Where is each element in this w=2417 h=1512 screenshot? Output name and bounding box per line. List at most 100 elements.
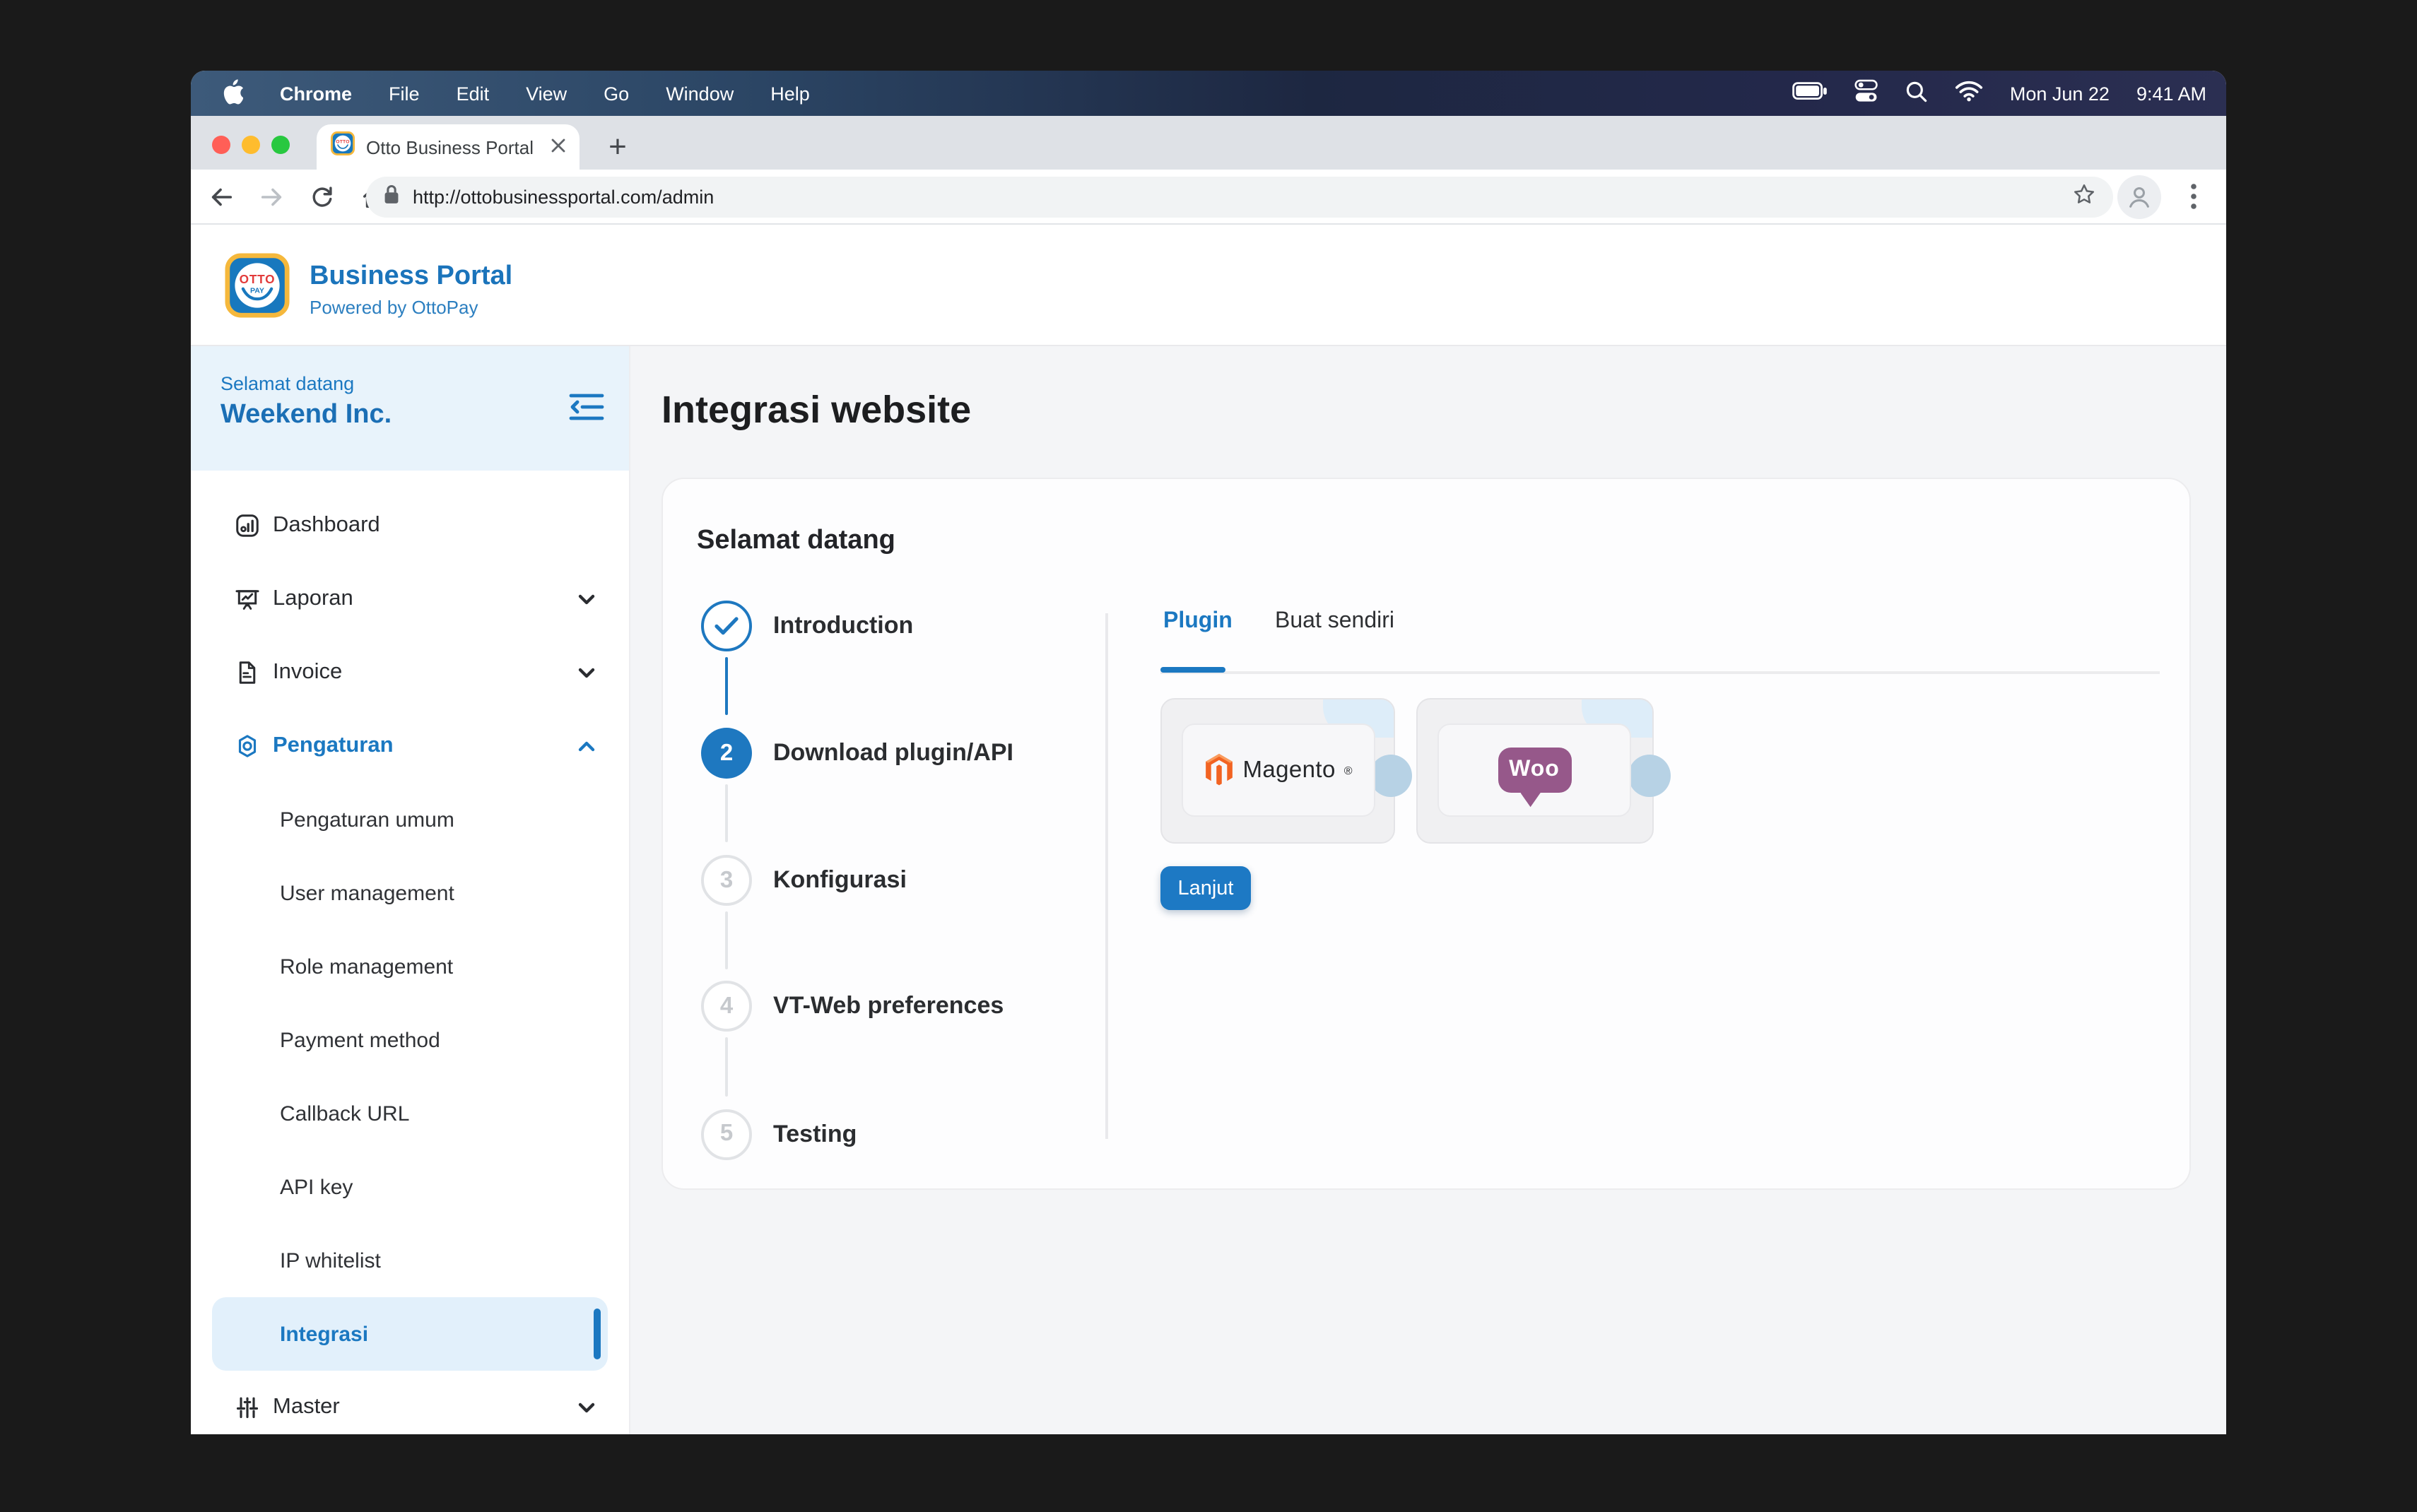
step-5-label[interactable]: Testing (773, 1120, 857, 1148)
sidebar-subitem-label: User management (280, 881, 454, 905)
menubar-item-window[interactable]: Window (666, 83, 734, 104)
menubar-date[interactable]: Mon Jun 22 (2010, 83, 2110, 104)
browser-tab[interactable]: OTTO Otto Business Portal (317, 124, 580, 170)
macos-menubar: Chrome File Edit View Go Window Help (191, 71, 2226, 116)
tabs-baseline (1160, 671, 2160, 673)
ottopay-logo: OTTOPAY (225, 253, 290, 325)
apple-menu-icon[interactable] (222, 78, 243, 108)
sidebar-subitem-ip-whitelist[interactable]: IP whitelist (212, 1224, 608, 1297)
sidebar-menu: Dashboard Laporan Invoice (191, 471, 629, 1434)
svg-text:OTTO: OTTO (336, 139, 349, 144)
sidebar-subitem-user-management[interactable]: User management (212, 856, 608, 930)
step-1-label[interactable]: Introduction (773, 611, 913, 639)
panel-divider (1105, 613, 1107, 1139)
sidebar-subitem-label: Integrasi (280, 1322, 368, 1346)
menubar-item-go[interactable]: Go (604, 83, 629, 104)
sidebar-item-invoice[interactable]: Invoice (212, 636, 608, 709)
svg-text:OTTO: OTTO (240, 272, 276, 286)
sidebar-item-laporan[interactable]: Laporan (212, 562, 608, 636)
address-bar[interactable]: http://ottobusinessportal.com/admin (366, 177, 2113, 218)
plugin-card-magento[interactable]: Magento® (1160, 698, 1395, 844)
sidebar-subitem-integrasi[interactable]: Integrasi (212, 1297, 608, 1371)
sidebar-subitem-label: Payment method (280, 1028, 440, 1052)
sidebar-welcome-panel: Selamat datang Weekend Inc. (191, 346, 629, 471)
tab-buat-sendiri[interactable]: Buat sendiri (1275, 609, 1394, 634)
tab-plugin[interactable]: Plugin (1163, 609, 1233, 634)
sidebar-item-dashboard[interactable]: Dashboard (212, 489, 608, 562)
page-title: Integrasi website (661, 389, 971, 432)
browser-profile-icon[interactable] (2117, 175, 2161, 219)
sidebar-item-pengaturan[interactable]: Pengaturan (212, 709, 608, 783)
brand: OTTOPAY Business Portal Powered by OttoP… (225, 253, 512, 325)
lanjut-button[interactable]: Lanjut (1160, 866, 1251, 910)
step-4-label[interactable]: VT-Web preferences (773, 992, 1004, 1020)
sidebar-item-label: Laporan (273, 586, 353, 612)
spotlight-search-icon[interactable] (1905, 80, 1928, 107)
menubar-app-name[interactable]: Chrome (280, 83, 352, 104)
step-4-circle[interactable]: 4 (701, 981, 752, 1032)
menubar-item-edit[interactable]: Edit (457, 83, 490, 104)
svg-text:PAY: PAY (250, 287, 264, 295)
sidebar-collapse-icon[interactable] (568, 391, 605, 430)
step-2-circle[interactable]: 2 (701, 728, 752, 779)
battery-icon[interactable] (1792, 82, 1828, 105)
screen: Chrome File Edit View Go Window Help (191, 71, 2226, 1434)
sidebar-subitem-callback-url[interactable]: Callback URL (212, 1077, 608, 1150)
settings-icon (235, 733, 260, 759)
step-3-label[interactable]: Konfigurasi (773, 866, 907, 894)
tab-favicon: OTTO (331, 131, 355, 163)
wifi-icon[interactable] (1955, 81, 1983, 106)
reload-button[interactable] (301, 175, 343, 218)
close-window-button[interactable] (212, 136, 230, 154)
plugin-card-woocommerce[interactable]: Woo (1416, 698, 1654, 844)
chevron-down-icon (575, 661, 598, 691)
minimize-window-button[interactable] (242, 136, 260, 154)
card-title: Selamat datang (697, 526, 895, 557)
tab-close-icon[interactable] (551, 134, 565, 160)
new-tab-button[interactable]: + (598, 127, 637, 167)
url-text[interactable]: http://ottobusinessportal.com/admin (413, 187, 2059, 208)
menubar-item-file[interactable]: File (389, 83, 420, 104)
chevron-up-icon (575, 735, 598, 764)
app-header: OTTOPAY Business Portal Powered by OttoP… (191, 225, 2226, 346)
magento-icon (1204, 753, 1234, 787)
step-3-circle[interactable]: 3 (701, 855, 752, 906)
report-icon (235, 586, 260, 612)
chevron-down-icon (575, 1396, 598, 1426)
sidebar-item-label: Dashboard (273, 513, 380, 538)
menubar-item-view[interactable]: View (526, 83, 567, 104)
woo-label: Woo (1509, 757, 1560, 783)
sidebar-subitem-role-management[interactable]: Role management (212, 930, 608, 1003)
menubar-item-help[interactable]: Help (770, 83, 810, 104)
active-item-indicator (593, 1309, 601, 1359)
sidebar-item-master[interactable]: Master (212, 1371, 608, 1434)
check-icon (714, 615, 739, 635)
brand-title: Business Portal (310, 261, 512, 292)
lock-icon[interactable] (383, 183, 400, 211)
forward-button[interactable] (250, 175, 293, 218)
browser-tabstrip: OTTO Otto Business Portal + (191, 116, 2226, 170)
step-1-circle[interactable] (701, 600, 752, 651)
menubar-time[interactable]: 9:41 AM (2136, 83, 2206, 104)
browser-menu-icon[interactable] (2177, 179, 2211, 213)
sidebar-item-label: Invoice (273, 660, 342, 685)
step-connector (724, 784, 728, 842)
woo-bubble-icon: Woo (1498, 748, 1571, 793)
step-connector (724, 911, 728, 969)
tab-title: Otto Business Portal (366, 136, 540, 158)
step-2-label[interactable]: Download plugin/API (773, 739, 1013, 767)
sliders-icon (235, 1395, 260, 1420)
sidebar-subitem-api-key[interactable]: API key (212, 1150, 608, 1224)
sidebar-subitem-payment-method[interactable]: Payment method (212, 1003, 608, 1077)
maximize-window-button[interactable] (271, 136, 290, 154)
back-button[interactable] (199, 175, 242, 218)
control-center-icon[interactable] (1854, 79, 1878, 107)
sidebar-subitem-pengaturan-umum[interactable]: Pengaturan umum (212, 783, 608, 856)
browser-toolbar: http://ottobusinessportal.com/admin (191, 170, 2226, 225)
bookmark-star-icon[interactable] (2072, 182, 2096, 213)
step-connector (724, 657, 728, 715)
woocommerce-logo: Woo (1437, 723, 1631, 817)
step-5-circle[interactable]: 5 (701, 1109, 752, 1159)
magento-trademark: ® (1344, 764, 1353, 776)
brand-subtitle: Powered by OttoPay (310, 296, 512, 317)
